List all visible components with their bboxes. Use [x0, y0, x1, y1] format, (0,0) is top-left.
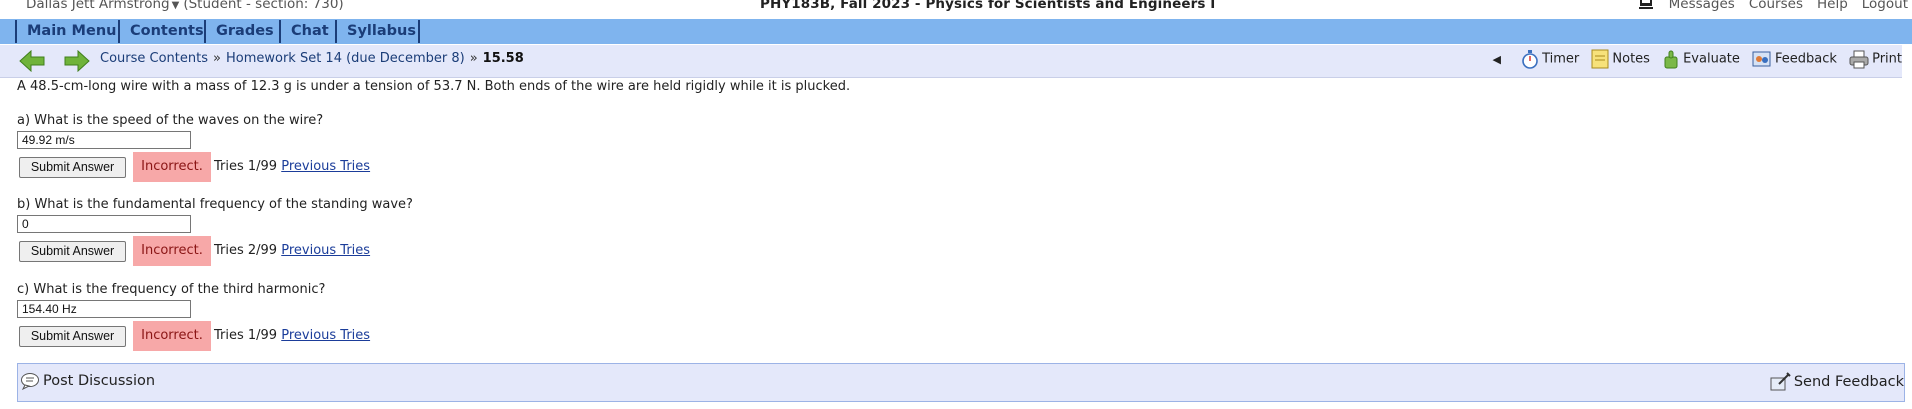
tries-count-b: Tries 2/99: [214, 243, 278, 258]
user-bar: Dallas Jett Armstrong ▼ (Student - section…: [0, 0, 1912, 16]
course-title: PHY183B, Fall 2023 - Physics for Scienti…: [760, 0, 1216, 12]
notepad-icon: [1591, 49, 1609, 69]
breadcrumb-separator: »: [213, 51, 221, 66]
problem-statement: A 48.5-cm-long wire with a mass of 12.3 …: [17, 79, 851, 94]
top-links: Messages Courses Help Logout: [1638, 0, 1908, 12]
tab-main-menu[interactable]: Main Menu: [15, 20, 120, 43]
send-feedback-label[interactable]: Send Feedback: [1794, 374, 1904, 390]
post-discussion-label[interactable]: Post Discussion: [43, 373, 155, 389]
submit-answer-button-b[interactable]: Submit Answer: [19, 241, 126, 262]
question-a: a) What is the speed of the waves on the…: [17, 113, 324, 128]
tries-count-c: Tries 1/99: [214, 328, 278, 343]
status-badge-a: Incorrect.: [133, 152, 211, 182]
discussion-bar: Post Discussion Send Feedback: [17, 363, 1905, 402]
question-b: b) What is the fundamental frequency of …: [17, 197, 413, 212]
breadcrumb-current: 15.58: [482, 51, 524, 66]
status-badge-c: Incorrect.: [133, 321, 211, 351]
notes-label[interactable]: Notes: [1612, 52, 1650, 67]
evaluate-label[interactable]: Evaluate: [1683, 52, 1740, 67]
tries-info-a: Tries 1/99 Previous Tries: [214, 159, 370, 174]
collapse-left-icon[interactable]: ◀: [1492, 53, 1500, 66]
courses-link[interactable]: Courses: [1749, 0, 1803, 12]
submit-answer-button-c[interactable]: Submit Answer: [19, 326, 126, 347]
print-tool[interactable]: Print: [1849, 49, 1902, 69]
feedback-icon: [1752, 51, 1771, 67]
inbox-icon[interactable]: [1638, 0, 1653, 9]
tries-info-c: Tries 1/99 Previous Tries: [214, 328, 370, 343]
printer-icon: [1849, 50, 1869, 69]
status-badge-b: Incorrect.: [133, 236, 211, 266]
breadcrumb-course-contents[interactable]: Course Contents: [100, 51, 208, 66]
tab-chat[interactable]: Chat: [281, 20, 337, 43]
print-label[interactable]: Print: [1872, 52, 1902, 67]
logout-link[interactable]: Logout: [1862, 0, 1908, 12]
feedback-tool[interactable]: Feedback: [1752, 49, 1837, 69]
submit-answer-button-a[interactable]: Submit Answer: [19, 157, 126, 178]
answer-field-c[interactable]: [17, 300, 191, 318]
post-discussion-button[interactable]: Post Discussion: [20, 372, 155, 391]
evaluate-tool[interactable]: Evaluate: [1662, 49, 1740, 69]
feedback-label[interactable]: Feedback: [1775, 52, 1837, 67]
question-c: c) What is the frequency of the third ha…: [17, 282, 326, 297]
notes-tool[interactable]: Notes: [1591, 49, 1650, 69]
answer-field-b[interactable]: [17, 215, 191, 233]
messages-link[interactable]: Messages: [1669, 0, 1735, 12]
user-role: (Student - section: 730): [183, 0, 344, 12]
stopwatch-icon: [1522, 50, 1538, 69]
help-link[interactable]: Help: [1817, 0, 1848, 12]
chevron-down-icon[interactable]: ▼: [172, 0, 180, 11]
user-menu[interactable]: Dallas Jett Armstrong ▼ (Student - section…: [26, 0, 344, 12]
breadcrumb: Course Contents » Homework Set 14 (due Dec…: [100, 51, 524, 66]
speech-bubble-icon: [21, 373, 39, 391]
main-menu-bar: Main Menu Contents Grades Chat Syllabus: [0, 19, 1912, 44]
tries-info-b: Tries 2/99 Previous Tries: [214, 243, 370, 258]
tab-grades[interactable]: Grades: [206, 20, 281, 43]
previous-tries-link-a[interactable]: Previous Tries: [281, 159, 370, 174]
forward-arrow-icon[interactable]: [64, 50, 90, 72]
send-feedback-button[interactable]: Send Feedback: [1769, 372, 1904, 392]
tries-count-a: Tries 1/99: [214, 159, 278, 174]
navigation-bar: Course Contents » Homework Set 14 (due Dec…: [0, 45, 1902, 78]
send-feedback-icon: [1770, 372, 1791, 391]
toolbar: ◀ Timer Notes Evaluate Feedback Print: [1492, 49, 1902, 73]
timer-label[interactable]: Timer: [1542, 52, 1579, 67]
previous-tries-link-c[interactable]: Previous Tries: [281, 328, 370, 343]
back-arrow-icon[interactable]: [19, 50, 45, 72]
tab-syllabus[interactable]: Syllabus: [337, 20, 420, 43]
answer-field-a[interactable]: [17, 131, 191, 149]
previous-tries-link-b[interactable]: Previous Tries: [281, 243, 370, 258]
breadcrumb-homework-set[interactable]: Homework Set 14 (due December 8): [226, 51, 465, 66]
thumbs-up-icon: [1664, 50, 1678, 69]
breadcrumb-separator: »: [469, 51, 478, 66]
timer-tool[interactable]: Timer: [1521, 49, 1579, 69]
tab-contents[interactable]: Contents: [120, 20, 206, 43]
user-name[interactable]: Dallas Jett Armstrong: [26, 0, 170, 12]
